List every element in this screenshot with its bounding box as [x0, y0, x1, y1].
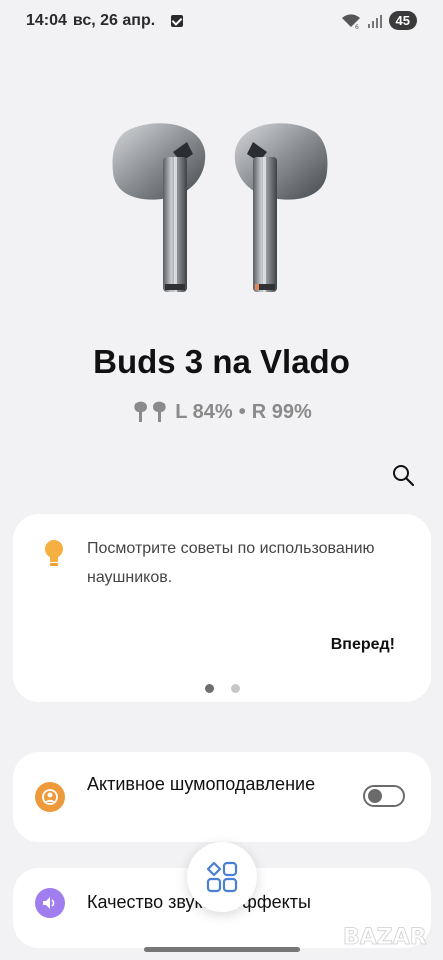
wifi-icon: 6 [341, 13, 360, 29]
status-date: вс, 26 апр. [72, 12, 156, 29]
apps-grid-icon [206, 861, 238, 893]
battery-separator: • [238, 400, 246, 423]
earbuds-icon [134, 401, 166, 422]
search-icon [393, 465, 415, 487]
search-button[interactable] [388, 460, 418, 490]
status-bar: 14:04 вс, 26 апр. 6 45 [0, 0, 443, 44]
earbuds-image [112, 123, 328, 292]
page-dot-2[interactable] [230, 684, 240, 693]
battery-left: L 84% [175, 400, 233, 423]
status-time: 14:04 [26, 12, 67, 29]
anc-toggle[interactable] [363, 785, 405, 807]
apps-button[interactable] [187, 842, 257, 912]
tips-text: Посмотрите советы по использованию наушн… [87, 540, 375, 586]
anc-label: Активное шумоподавление [87, 774, 316, 794]
toggle-knob [368, 789, 382, 803]
volume-icon [35, 888, 65, 918]
anc-setting[interactable]: Активное шумоподавление [13, 752, 431, 842]
tips-next-button[interactable]: Вперед! [331, 636, 395, 654]
notification-check-icon [171, 15, 184, 27]
signal-icon [367, 14, 382, 28]
tips-card[interactable]: Посмотрите советы по использованию наушн… [13, 514, 431, 702]
svg-text:6: 6 [355, 24, 359, 29]
home-indicator[interactable] [144, 947, 300, 952]
bazar-logo-watermark: BAZAR [343, 925, 427, 951]
battery-indicator: 45 [388, 11, 417, 30]
tips-pagination [13, 684, 431, 693]
lightbulb-icon [45, 540, 63, 566]
anc-icon [35, 782, 65, 812]
page-dot-1[interactable] [204, 684, 214, 693]
battery-status: L 84% • R 99% [0, 400, 443, 424]
svg-text:BAZAR: BAZAR [343, 925, 427, 950]
battery-right: R 99% [251, 400, 312, 423]
status-right: 6 45 [341, 11, 417, 30]
status-left: 14:04 вс, 26 апр. [26, 12, 184, 30]
device-name: Buds 3 na Vlado [93, 343, 350, 380]
